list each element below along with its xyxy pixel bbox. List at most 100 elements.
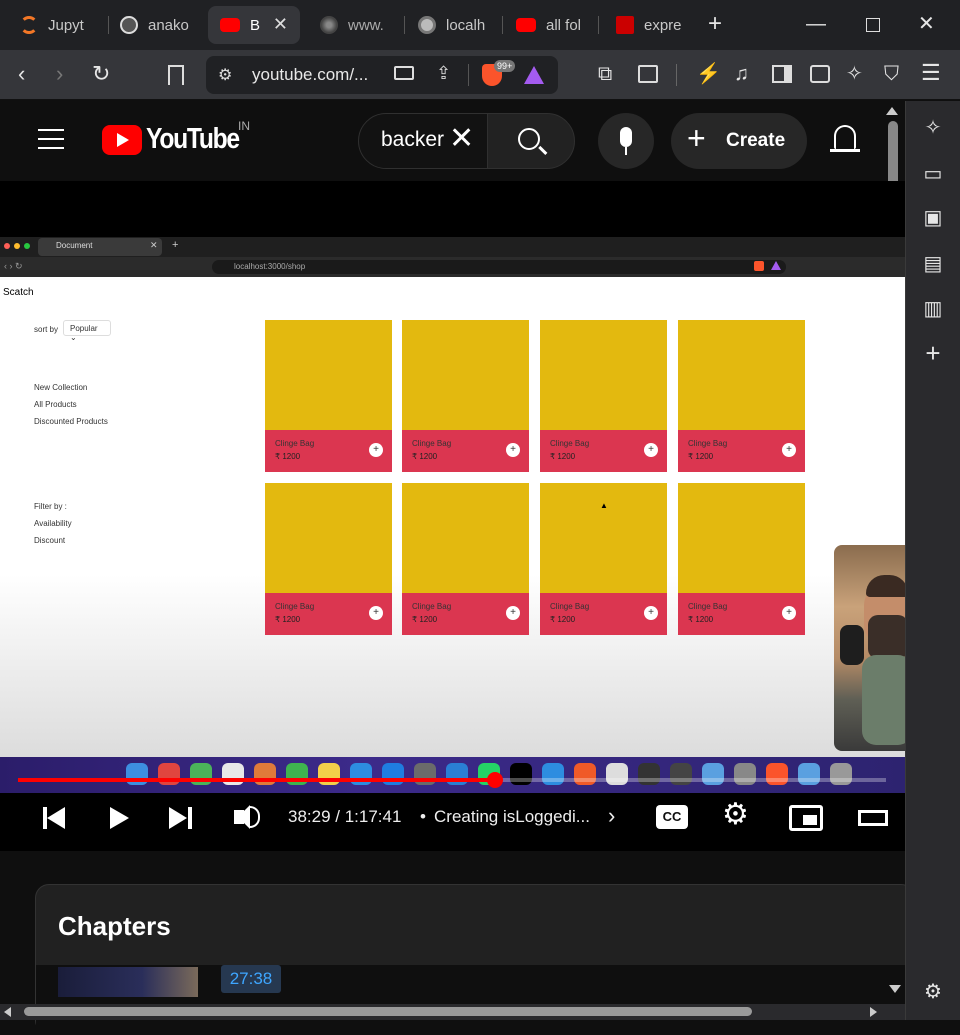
- perplexity-icon: [320, 16, 338, 34]
- tab-localhost[interactable]: localh: [418, 6, 498, 44]
- product-info: Clinge Bag ₹ 1200 +: [402, 593, 529, 635]
- voice-search-button[interactable]: [598, 113, 654, 169]
- chapters-heading: Chapters: [58, 911, 171, 941]
- product-name: Clinge Bag: [550, 439, 590, 448]
- time-display: 38:29 / 1:17:41: [288, 807, 402, 826]
- product-card[interactable]: Clinge Bag ₹ 1200 +: [402, 483, 529, 635]
- jupyter-icon: [20, 16, 38, 34]
- clear-search-icon[interactable]: ✕: [449, 124, 475, 154]
- brave-search-icon: [120, 16, 138, 34]
- notifications-icon[interactable]: [834, 125, 856, 149]
- add-to-cart-icon[interactable]: +: [644, 606, 658, 620]
- product-card[interactable]: Clinge Bag ₹ 1200 +: [265, 483, 392, 635]
- maximize-icon[interactable]: [866, 18, 880, 32]
- horizontal-scrollbar-thumb[interactable]: [24, 1007, 752, 1016]
- product-price: ₹ 1200: [688, 615, 714, 624]
- captions-icon[interactable]: CC: [656, 805, 688, 829]
- nav-all-products[interactable]: All Products: [34, 400, 77, 409]
- reader-icon[interactable]: [638, 65, 658, 83]
- theater-mode-icon[interactable]: [858, 810, 888, 826]
- leo-ai-icon[interactable]: ✧: [846, 64, 863, 84]
- chapter-title[interactable]: Creating isLoggedi...: [434, 807, 590, 827]
- product-card[interactable]: Clinge Bag ₹ 1200 +: [540, 320, 667, 472]
- reload-icon[interactable]: ↻: [92, 63, 110, 85]
- browser-toolbar: ‹ › ↻ ⚙ youtube.com/... ⇪ 99+ ⧉ ⚡ ♫ ✧ ⛉ …: [0, 50, 960, 100]
- horizontal-scrollbar[interactable]: [0, 1004, 905, 1020]
- extensions-icon[interactable]: ⧉: [598, 64, 612, 84]
- filter-discount[interactable]: Discount: [34, 536, 65, 545]
- bookmarks-sidebar-icon[interactable]: ▤: [922, 253, 944, 275]
- add-to-cart-icon[interactable]: +: [782, 606, 796, 620]
- youtube-logo-text[interactable]: YouTube: [146, 123, 240, 156]
- chapter-timestamp[interactable]: 27:38: [221, 965, 281, 993]
- window-close-icon[interactable]: ✕: [918, 14, 935, 34]
- tab-youtube-active[interactable]: B ✕: [208, 6, 300, 44]
- sidebar-settings-icon[interactable]: ⚙: [922, 981, 944, 1003]
- video-player[interactable]: Document ✕ + ‹ › ↻ localhost:3000/shop S…: [0, 181, 905, 851]
- next-icon[interactable]: [169, 807, 187, 829]
- nav-new-collection[interactable]: New Collection: [34, 383, 87, 392]
- product-card[interactable]: Clinge Bag ₹ 1200 +: [678, 320, 805, 472]
- search-input[interactable]: backer ✕: [358, 113, 488, 169]
- settings-icon[interactable]: ⚙: [722, 800, 749, 830]
- chapter-row[interactable]: 27:38: [36, 965, 916, 1035]
- chapter-chevron-icon[interactable]: ›: [608, 803, 615, 829]
- nav-discounted-products[interactable]: Discounted Products: [34, 417, 108, 426]
- brave-rewards-icon[interactable]: [524, 66, 544, 84]
- tab-www[interactable]: www.: [320, 6, 400, 44]
- product-name: Clinge Bag: [275, 602, 315, 611]
- miniplayer-icon[interactable]: [789, 805, 823, 831]
- add-to-cart-icon[interactable]: +: [369, 443, 383, 457]
- hamburger-menu-icon[interactable]: [38, 129, 64, 149]
- tab-express[interactable]: expre: [616, 6, 692, 44]
- product-info: Clinge Bag ₹ 1200 +: [402, 430, 529, 472]
- add-to-cart-icon[interactable]: +: [369, 606, 383, 620]
- create-button[interactable]: + Create: [671, 113, 807, 169]
- scroll-down-arrow-icon[interactable]: [889, 985, 901, 993]
- chapter-thumbnail[interactable]: [58, 967, 198, 997]
- share-icon[interactable]: ⇪: [436, 63, 451, 84]
- sidebar-toggle-icon[interactable]: [772, 65, 792, 83]
- bookmark-icon[interactable]: [168, 65, 184, 85]
- tab-anako[interactable]: anako: [120, 6, 200, 44]
- leo-sidebar-icon[interactable]: ✧: [922, 117, 944, 139]
- youtube-logo-icon[interactable]: [102, 125, 142, 155]
- add-to-cart-icon[interactable]: +: [506, 443, 520, 457]
- product-card[interactable]: Clinge Bag ₹ 1200 +: [678, 483, 805, 635]
- add-sidebar-item-icon[interactable]: +: [922, 340, 944, 366]
- npm-icon: [616, 16, 634, 34]
- add-to-cart-icon[interactable]: +: [644, 443, 658, 457]
- forward-icon[interactable]: ›: [56, 63, 63, 85]
- product-card[interactable]: Clinge Bag ₹ 1200 +: [265, 320, 392, 472]
- url-text[interactable]: youtube.com/...: [252, 65, 368, 85]
- vpn-icon[interactable]: ⛉: [884, 64, 899, 84]
- new-tab-icon[interactable]: +: [708, 12, 722, 36]
- close-tab-icon[interactable]: ✕: [273, 14, 288, 35]
- tab-all-folders[interactable]: all fol: [516, 6, 588, 44]
- site-settings-icon[interactable]: ⚙: [218, 65, 232, 85]
- sort-select[interactable]: Popular ⌄: [63, 320, 111, 342]
- cast-icon[interactable]: [394, 66, 414, 80]
- video-progress-track[interactable]: [18, 772, 886, 788]
- reading-list-icon[interactable]: ▥: [922, 298, 944, 320]
- wallet-sidebar-icon[interactable]: ▣: [922, 207, 944, 229]
- music-icon[interactable]: ♫: [734, 64, 749, 84]
- tab-jupyter[interactable]: Jupyt: [20, 6, 100, 44]
- filter-availability[interactable]: Availability: [34, 519, 72, 528]
- add-to-cart-icon[interactable]: +: [506, 606, 520, 620]
- back-icon[interactable]: ‹: [18, 63, 25, 85]
- add-to-cart-icon[interactable]: +: [782, 443, 796, 457]
- minimize-icon[interactable]: —: [806, 14, 826, 34]
- play-icon[interactable]: [110, 807, 129, 829]
- speedreader-icon[interactable]: ⚡: [696, 64, 721, 84]
- product-info: Clinge Bag ₹ 1200 +: [265, 430, 392, 472]
- menu-icon[interactable]: ☰: [921, 62, 941, 84]
- wallet-icon[interactable]: [810, 65, 830, 83]
- product-price: ₹ 1200: [275, 615, 301, 624]
- address-bar[interactable]: ⚙ youtube.com/... ⇪ 99+: [206, 56, 558, 94]
- plus-icon: +: [687, 120, 706, 156]
- video-call-icon[interactable]: ▭: [922, 163, 944, 185]
- scroll-up-arrow-icon[interactable]: [886, 107, 898, 115]
- product-card[interactable]: Clinge Bag ₹ 1200 +: [402, 320, 529, 472]
- search-button[interactable]: [487, 113, 575, 169]
